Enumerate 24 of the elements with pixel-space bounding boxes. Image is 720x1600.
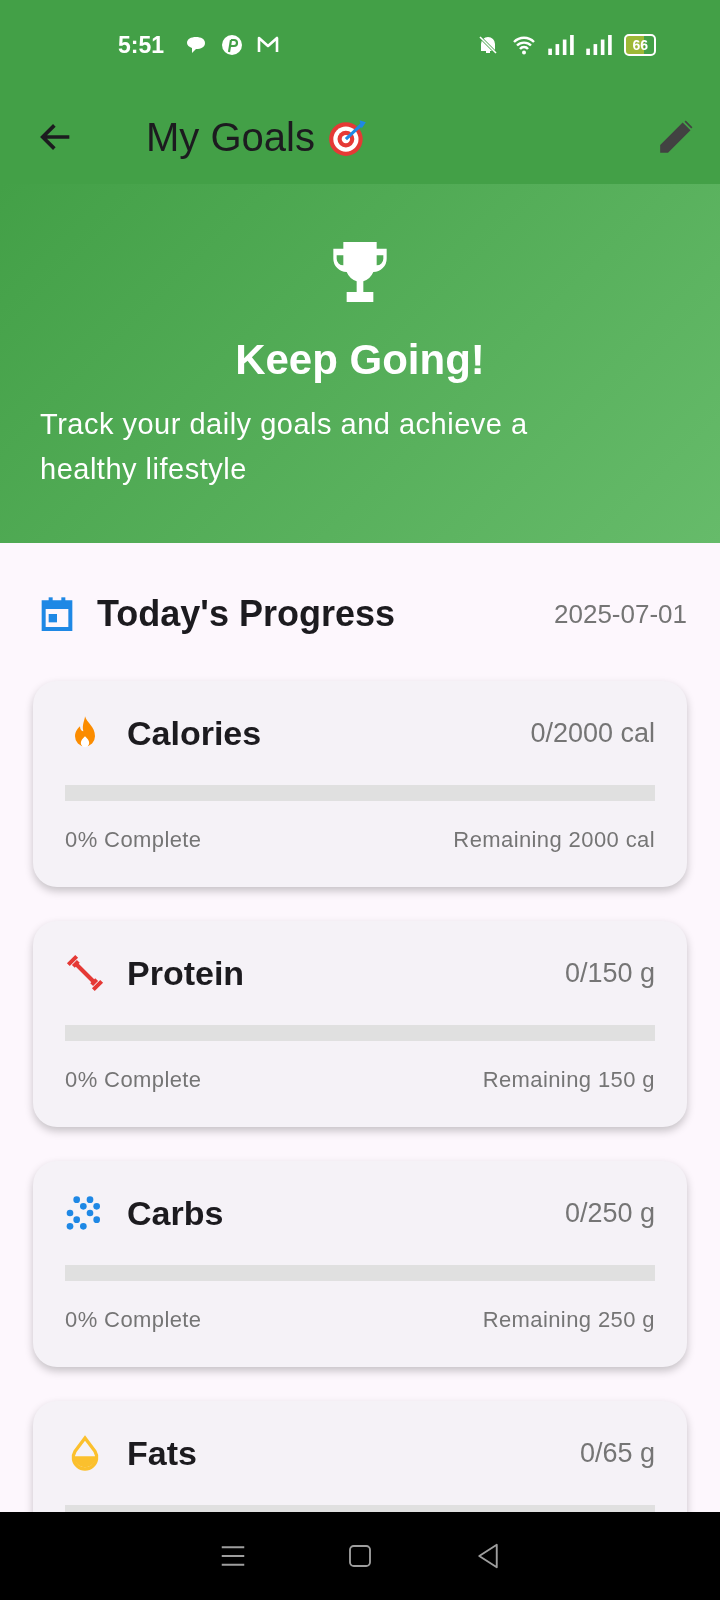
goal-name: Calories — [127, 713, 262, 753]
remaining-amount: Remaining 150 g — [482, 1067, 655, 1093]
percent-complete: 0% Complete — [65, 1067, 202, 1093]
remaining-amount: Remaining 250 g — [482, 1307, 655, 1333]
status-time: 5:51 — [118, 31, 165, 59]
goal-name: Protein — [127, 953, 245, 993]
goal-value: 0/250 g — [564, 1197, 655, 1229]
goal-value: 0/150 g — [564, 957, 655, 989]
hero-title: Keep Going! — [235, 336, 485, 384]
goal-name: Carbs — [127, 1193, 224, 1233]
date-label: 2025-07-01 — [554, 598, 687, 630]
screen-title: My Goals — [146, 114, 315, 160]
remaining-amount: Remaining 2000 cal — [453, 827, 655, 853]
goal-name: Fats — [127, 1433, 197, 1473]
hero-subtitle: Track your daily goals and achieve a healthy lifestyle — [40, 407, 529, 487]
goal-value: 0/65 g — [579, 1437, 655, 1469]
battery-indicator: 66 — [624, 34, 656, 56]
goal-value: 0/2000 cal — [530, 717, 655, 749]
signal-icon — [586, 35, 613, 55]
percent-complete: 0% Complete — [65, 1307, 202, 1333]
percent-complete: 0% Complete — [65, 827, 202, 853]
pin-icon — [220, 33, 245, 57]
section-title: Today's Progress — [97, 593, 395, 635]
signal-icon — [548, 35, 575, 55]
